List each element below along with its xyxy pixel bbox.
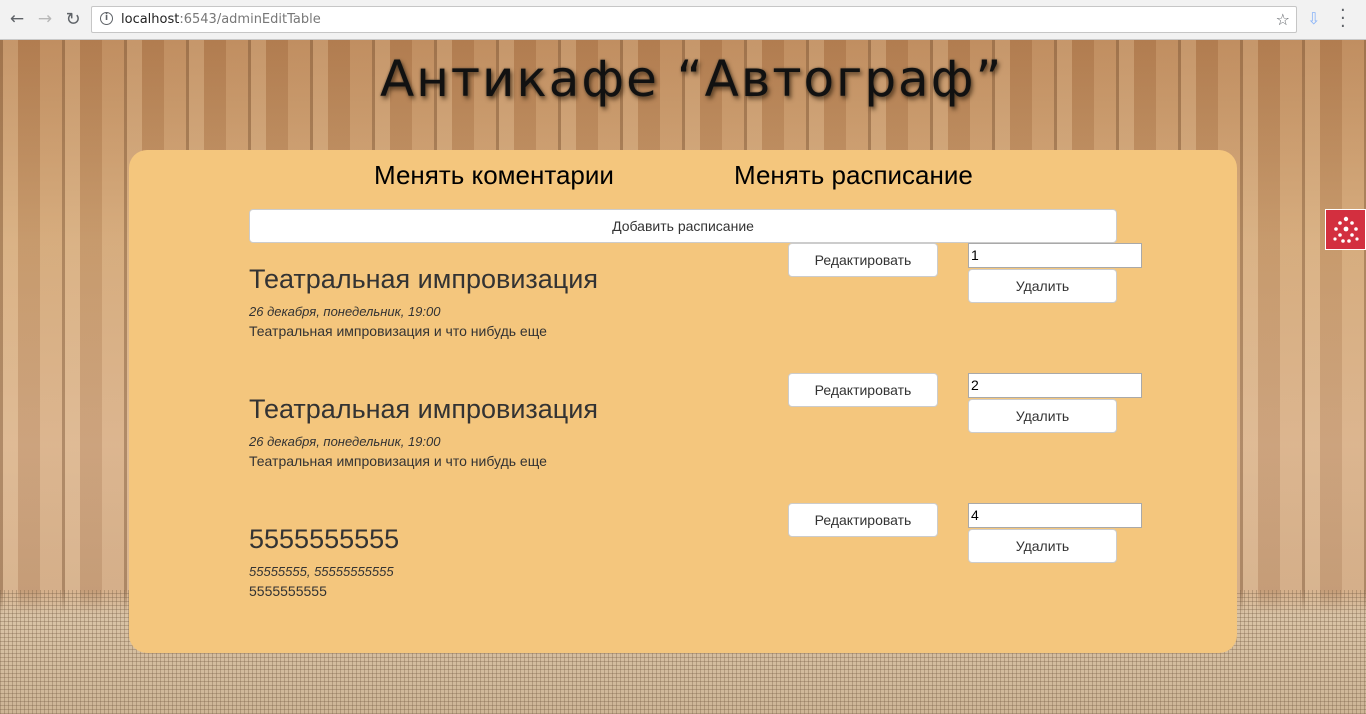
info-icon[interactable]: i [100, 12, 113, 25]
edit-button[interactable]: Редактировать [788, 503, 938, 537]
network-dots-icon [1332, 216, 1359, 243]
bookmark-star-icon[interactable]: ☆ [1276, 10, 1290, 29]
event-date: 55555555, 55555555555 [249, 564, 394, 579]
event-date: 26 декабря, понедельник, 19:00 [249, 304, 441, 319]
url-host: localhost [121, 12, 180, 27]
delete-button[interactable]: Удалить [968, 529, 1117, 563]
site-logo: Антикафе “Автограф” [380, 50, 1004, 108]
download-icon[interactable]: ⇩ [1307, 9, 1320, 28]
delete-button[interactable]: Удалить [968, 399, 1117, 433]
event-title: Театральная импровизация [249, 264, 598, 294]
menu-dots-icon[interactable]: · · · [1340, 2, 1346, 36]
event-id-input[interactable]: 2 [968, 373, 1142, 398]
event-id-input[interactable]: 1 [968, 243, 1142, 268]
url-path: :6543/adminEditTable [179, 12, 321, 27]
event-title: Театральная импровизация [249, 394, 598, 424]
event-description: 5555555555 [249, 583, 327, 599]
back-arrow-icon[interactable]: ← [6, 8, 28, 30]
edit-button[interactable]: Редактировать [788, 243, 938, 277]
side-widget-button[interactable] [1325, 209, 1366, 250]
browser-toolbar: ← → ↻ i localhost:6543/adminEditTable ☆ … [0, 0, 1366, 40]
url-text[interactable]: localhost:6543/adminEditTable [121, 12, 321, 27]
delete-button[interactable]: Удалить [968, 269, 1117, 303]
event-date: 26 декабря, понедельник, 19:00 [249, 434, 441, 449]
event-title: 5555555555 [249, 524, 400, 554]
edit-button[interactable]: Редактировать [788, 373, 938, 407]
address-bar[interactable]: i localhost:6543/adminEditTable ☆ [91, 6, 1297, 33]
reload-icon[interactable]: ↻ [62, 8, 84, 30]
event-description: Театральная импровизация и что нибудь ещ… [249, 323, 547, 339]
add-schedule-button[interactable]: Добавить расписание [249, 209, 1117, 243]
edit-comments-link[interactable]: Менять коментарии [374, 160, 614, 191]
forward-arrow-icon[interactable]: → [34, 8, 56, 30]
edit-schedule-link[interactable]: Менять расписание [734, 160, 973, 191]
event-id-input[interactable]: 4 [968, 503, 1142, 528]
event-description: Театральная импровизация и что нибудь ещ… [249, 453, 547, 469]
